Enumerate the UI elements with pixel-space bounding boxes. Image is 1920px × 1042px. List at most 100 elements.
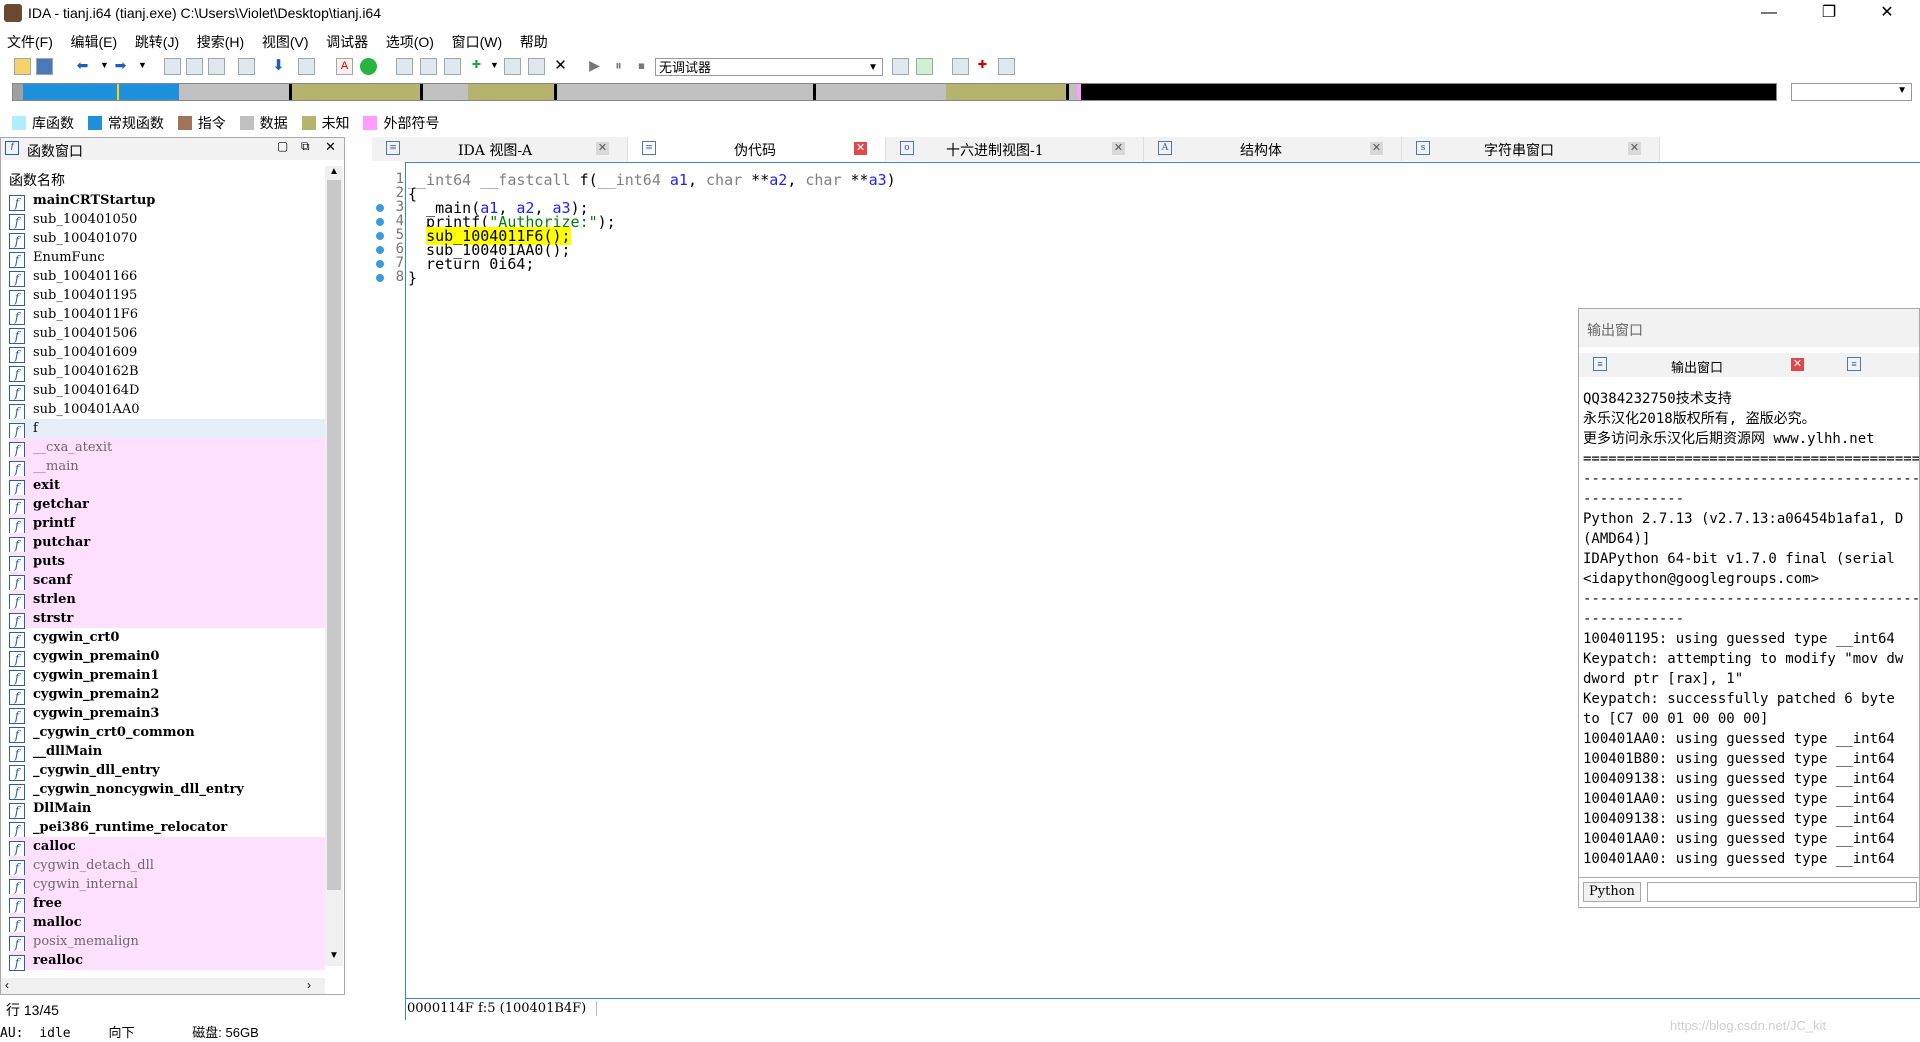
function-list-item[interactable]: f sub_100401506 [9,324,325,344]
function-list-item[interactable]: f cygwin_premain0 [9,647,325,667]
close-icon[interactable]: ✕ [1370,142,1383,155]
breakpoint-dot-icon[interactable] [376,274,384,282]
function-list-item[interactable]: f printf [9,514,325,534]
close-icon[interactable]: ✕ [854,142,867,155]
function-list-item[interactable]: f puts [9,552,325,572]
menu-window[interactable]: 窗口(W) [445,30,510,52]
function-list-item[interactable]: f realloc [9,951,325,971]
list-icon[interactable]: ≡ [1847,357,1861,371]
tab-output[interactable]: ≡ 输出窗口 ✕ ≡ [1579,353,1919,377]
function-list-item[interactable]: f malloc [9,913,325,933]
code-line[interactable]: } [408,270,417,287]
function-list-item[interactable]: f sub_100401166 [9,267,325,287]
function-list-item[interactable]: f _cygwin_dll_entry [9,761,325,781]
close-button[interactable]: ✕ [1864,0,1910,28]
menu-debugger[interactable]: 调试器 [319,30,375,52]
function-list-item[interactable]: f __cxa_atexit [9,438,325,458]
function-list-item[interactable]: f cygwin_premain1 [9,666,325,686]
tab-structures[interactable]: A 结构体 ✕ [1144,137,1402,161]
maximize-button[interactable]: ❐ [1806,0,1852,28]
search-next-icon[interactable] [238,58,255,75]
function-list-item[interactable]: f strlen [9,590,325,610]
function-list-item[interactable]: f sub_100401AA0 [9,400,325,420]
forward-arrow-icon[interactable]: ➡ [112,58,129,75]
column-header-function-name[interactable]: 函数名称 [9,170,65,190]
breakpoint-dot-icon[interactable] [376,204,384,212]
structure-icon[interactable] [528,58,545,75]
debugger-select[interactable]: 无调试器 ▼ [655,58,883,76]
horizontal-scrollbar[interactable]: ‹ › [1,978,325,994]
close-icon[interactable]: ✕ [552,58,569,75]
scroll-left-icon[interactable]: ‹ [5,978,9,992]
tab-hex-view[interactable]: o 十六进制视图-1 ✕ [886,137,1144,161]
function-list-item[interactable]: ff [9,419,325,439]
command-input[interactable] [1647,882,1917,902]
function-list-item[interactable]: f calloc [9,837,325,857]
down-arrow-icon[interactable]: ⬇ [270,58,287,75]
debug-options-icon[interactable] [892,58,909,75]
vertical-scrollbar[interactable]: ▲ ▼ [325,166,343,966]
float-icon[interactable]: ⧉ [301,139,310,154]
function-list-item[interactable]: f __main [9,457,325,477]
function-list-item[interactable]: f sub_100401050 [9,210,325,230]
breakpoint-dot-icon[interactable] [376,260,384,268]
close-icon[interactable]: ✕ [1791,358,1804,371]
output-log[interactable]: QQ384232750技术支持 永乐汉化2018版权所有, 盗版必究。 更多访问永乐… [1583,389,1919,869]
refresh-icon[interactable] [916,58,933,75]
segment-select[interactable]: ▼ [1791,83,1912,101]
scroll-up-icon[interactable]: ▲ [329,166,339,177]
restore-icon[interactable]: ▢ [277,139,288,153]
scroll-down-icon[interactable]: ▼ [329,950,339,961]
back-arrow-icon[interactable]: ⬅ [74,58,91,75]
function-list-item[interactable]: f _cygwin_crt0_common [9,723,325,743]
menu-options[interactable]: 选项(O) [379,30,441,52]
close-icon[interactable]: ✕ [596,142,609,155]
open-folder-icon[interactable] [14,58,31,75]
menu-help[interactable]: 帮助 [513,30,555,52]
scrollbar-thumb[interactable] [327,180,341,890]
graph-icon[interactable]: A [336,58,353,75]
tab-pseudocode[interactable]: ≡ 伪代码 ✕ [628,137,886,161]
function-list-item[interactable]: f cygwin_detach_dll [9,856,325,876]
function-list-item[interactable]: f cygwin_premain2 [9,685,325,705]
menu-jump[interactable]: 跳转(J) [128,30,186,52]
chevron-down-icon[interactable]: ▼ [134,58,151,75]
function-list-item[interactable]: f sub_10040164D [9,381,325,401]
breakpoint-dot-icon[interactable] [376,246,384,254]
function-list-item[interactable]: f __dllMain [9,742,325,762]
code-line[interactable]: return 0i64; [408,256,534,273]
menu-file[interactable]: 文件(F) [0,30,60,52]
function-list-item[interactable]: f strstr [9,609,325,629]
menu-search[interactable]: 搜索(H) [190,30,251,52]
pause-icon[interactable]: ⏸ [610,58,627,75]
function-list-item[interactable]: f _pei386_runtime_relocator [9,818,325,838]
function-list-item[interactable]: f cygwin_premain3 [9,704,325,724]
breakpoint-dot-icon[interactable] [376,218,384,226]
menu-edit[interactable]: 编辑(E) [64,30,125,52]
function-list-item[interactable]: f cygwin_crt0 [9,628,325,648]
close-icon[interactable]: ✕ [1112,142,1125,155]
breakpoint-list-icon[interactable] [952,58,969,75]
function-list-item[interactable]: f mainCRTStartup [9,191,325,211]
export-icon[interactable] [444,58,461,75]
immediate-search-icon[interactable] [208,58,225,75]
binary-search-icon[interactable] [164,58,181,75]
close-icon[interactable]: ✕ [1628,142,1641,155]
stop-icon[interactable]: ⏹ [633,58,650,75]
output-window-titlebar[interactable]: 输出窗口 [1579,309,1919,347]
green-circle-icon[interactable] [360,58,377,75]
breakpoint-dot-icon[interactable] [376,232,384,240]
function-icon[interactable] [396,58,413,75]
function-list-item[interactable]: f EnumFunc [9,248,325,268]
tab-ida-view[interactable]: ≡ IDA 视图-A ✕ [372,137,628,161]
navigation-band[interactable] [12,83,1777,101]
function-list-item[interactable]: f _cygwin_noncygwin_dll_entry [9,780,325,800]
function-list-item[interactable]: f sub_1004011F6 [9,305,325,325]
function-list-item[interactable]: f DllMain [9,799,325,819]
tab-strings[interactable]: s 字符串窗口 ✕ [1402,137,1660,161]
function-list-item[interactable]: f sub_100401609 [9,343,325,363]
function-list-item[interactable]: f sub_10040162B [9,362,325,382]
wrench-icon[interactable] [998,58,1015,75]
save-icon[interactable] [36,58,53,75]
add-icon[interactable]: ✚ [468,58,485,75]
